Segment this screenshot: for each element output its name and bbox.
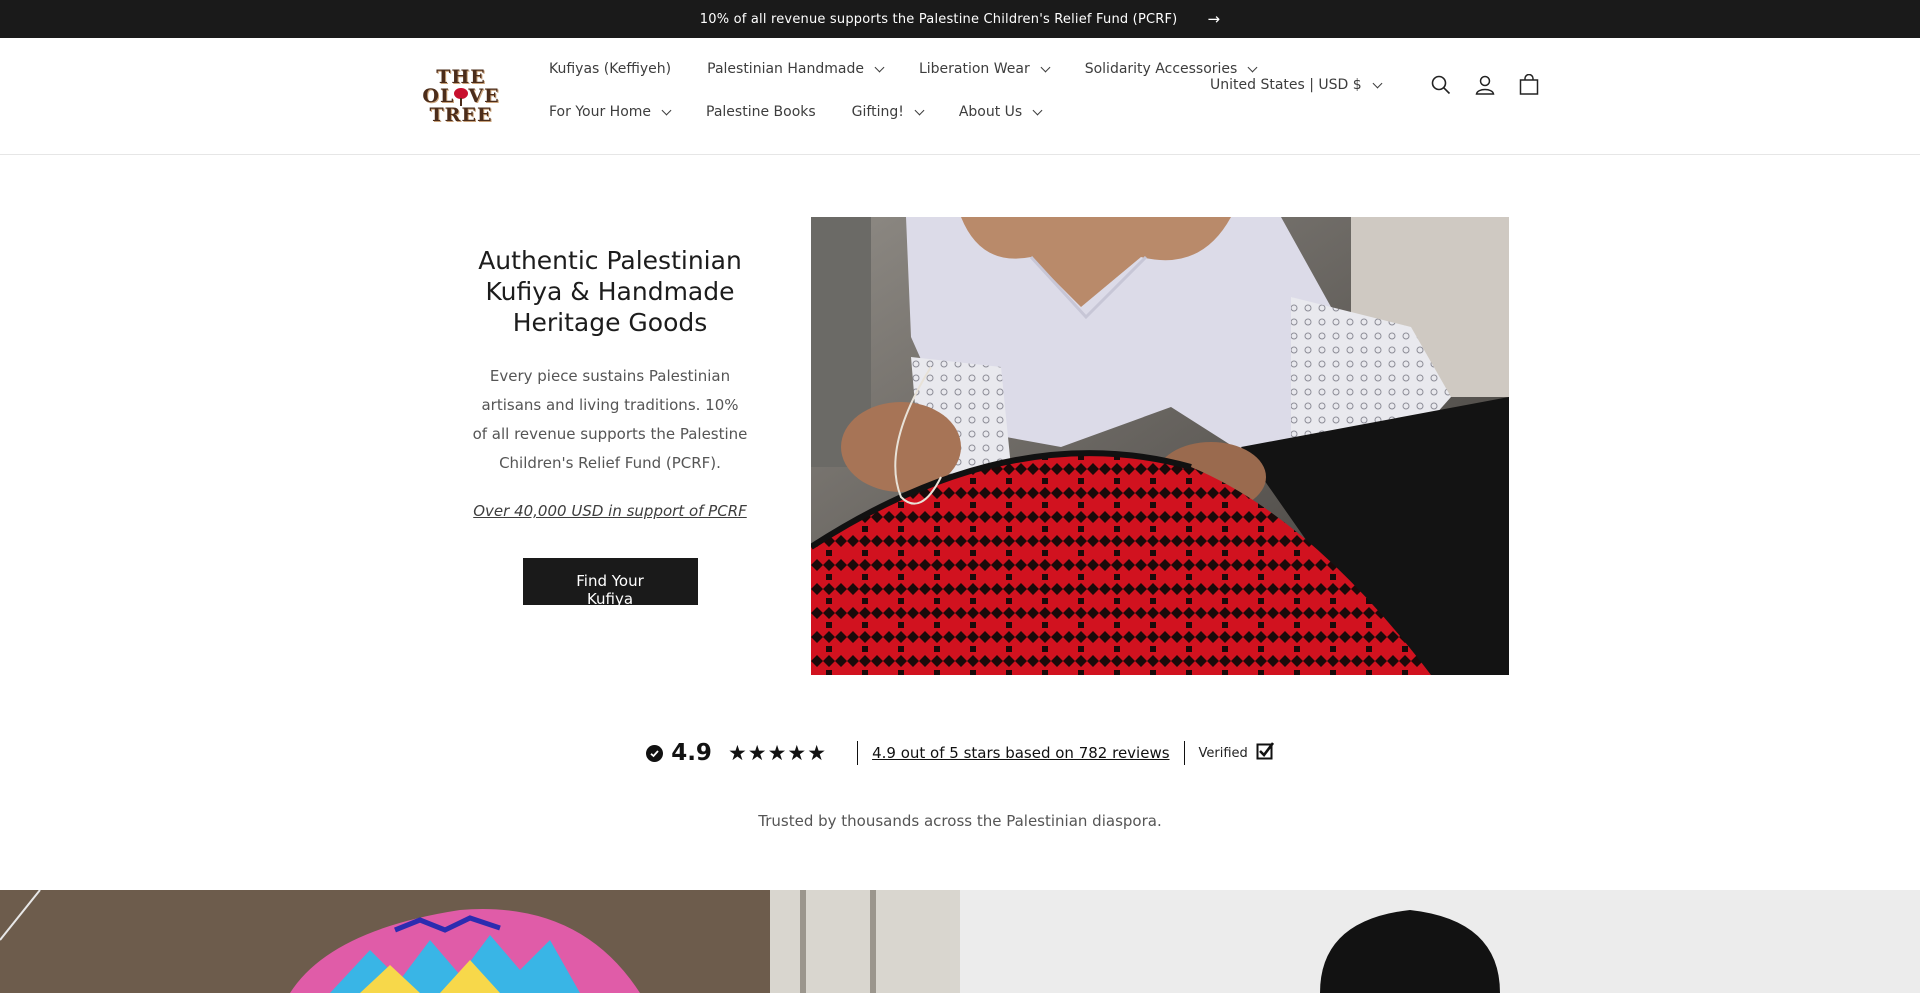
cart-icon[interactable]: [1517, 73, 1541, 97]
nav-item-liberation-wear[interactable]: Liberation Wear: [907, 61, 1051, 77]
chevron-down-icon: [1372, 78, 1383, 88]
rating-value: 4.9: [671, 740, 712, 766]
nav-item-about-us[interactable]: About Us: [947, 104, 1043, 120]
nav-item-kufiyas[interactable]: Kufiyas (Keffiyeh): [537, 61, 671, 77]
site-header: THE OL VE TREE Kufiyas (Keffiyeh) Palesti…: [0, 38, 1920, 155]
announcement-text[interactable]: 10% of all revenue supports the Palestin…: [700, 12, 1178, 27]
chevron-down-icon: [914, 105, 925, 115]
chevron-down-icon: [661, 105, 672, 115]
nav-label: Palestine Books: [706, 104, 816, 120]
chevron-down-icon: [874, 62, 885, 72]
nav-label: Kufiyas (Keffiyeh): [549, 61, 672, 77]
hero-description: Every piece sustains Palestinian artisan…: [472, 367, 748, 472]
nav-item-gifting[interactable]: Gifting!: [840, 104, 925, 120]
country-label: United States | USD $: [1210, 77, 1362, 93]
divider: [1183, 741, 1185, 765]
hero-image: [811, 217, 1509, 675]
pcrf-support-link[interactable]: Over 40,000 USD in support of PCRF: [472, 502, 748, 520]
divider: [857, 741, 859, 765]
search-icon[interactable]: [1429, 73, 1453, 97]
hero-title: Authentic Palestinian Kufiya & Handmade …: [478, 246, 742, 337]
site-logo[interactable]: THE OL VE TREE: [420, 60, 502, 132]
collection-image-right[interactable]: [960, 890, 1920, 993]
nav-label: Liberation Wear: [918, 61, 1030, 77]
nav-item-palestine-books[interactable]: Palestine Books: [694, 104, 816, 120]
reviews-summary-link[interactable]: 4.9 out of 5 stars based on 782 reviews: [872, 744, 1169, 762]
logo-line-2: OL VE: [422, 86, 499, 106]
star-icon: ★: [727, 740, 747, 765]
chevron-down-icon: [1032, 105, 1043, 115]
reviews-bar: 4.9 ★ ★ ★ ★ ★ 4.9 out of 5 stars based o…: [0, 735, 1920, 771]
announcement-bar[interactable]: 10% of all revenue supports the Palestin…: [0, 0, 1920, 38]
nav-item-palestinian-handmade[interactable]: Palestinian Handmade: [695, 61, 885, 77]
nav-label: For Your Home: [549, 104, 652, 120]
collection-image-left[interactable]: [0, 890, 960, 993]
star-rating: ★ ★ ★ ★ ★: [727, 740, 827, 765]
hero-text-block: Authentic Palestinian Kufiya & Handmade …: [472, 245, 748, 608]
header-actions: United States | USD $: [1210, 70, 1541, 100]
country-selector[interactable]: United States | USD $: [1210, 77, 1383, 93]
nav-label: Gifting!: [851, 104, 904, 120]
chevron-down-icon: [1040, 62, 1051, 72]
logo-line-3: TREE: [429, 103, 493, 126]
star-icon: ★: [747, 740, 767, 765]
star-icon: ★: [807, 740, 827, 765]
tree-icon: [454, 87, 469, 106]
main-nav: Kufiyas (Keffiyeh) Palestinian Handmade …: [537, 54, 1258, 140]
arrow-right-icon[interactable]: →: [1207, 10, 1220, 28]
verified-badge-icon: [1256, 742, 1274, 764]
nav-item-for-your-home[interactable]: For Your Home: [537, 104, 672, 120]
nav-label: Palestinian Handmade: [707, 61, 864, 77]
nav-label: About Us: [958, 104, 1023, 120]
account-icon[interactable]: [1473, 73, 1497, 97]
trusted-text: Trusted by thousands across the Palestin…: [758, 812, 1162, 830]
find-your-kufiya-button[interactable]: Find Your Kufiya: [522, 558, 698, 608]
nav-row-1: Kufiyas (Keffiyeh) Palestinian Handmade …: [537, 54, 1258, 84]
star-icon: ★: [767, 740, 787, 765]
star-icon: ★: [787, 740, 807, 765]
nav-row-2: For Your Home Palestine Books Gifting! A…: [537, 97, 1177, 127]
verified-label: Verified: [1198, 745, 1248, 761]
check-circle-icon: [646, 744, 664, 762]
